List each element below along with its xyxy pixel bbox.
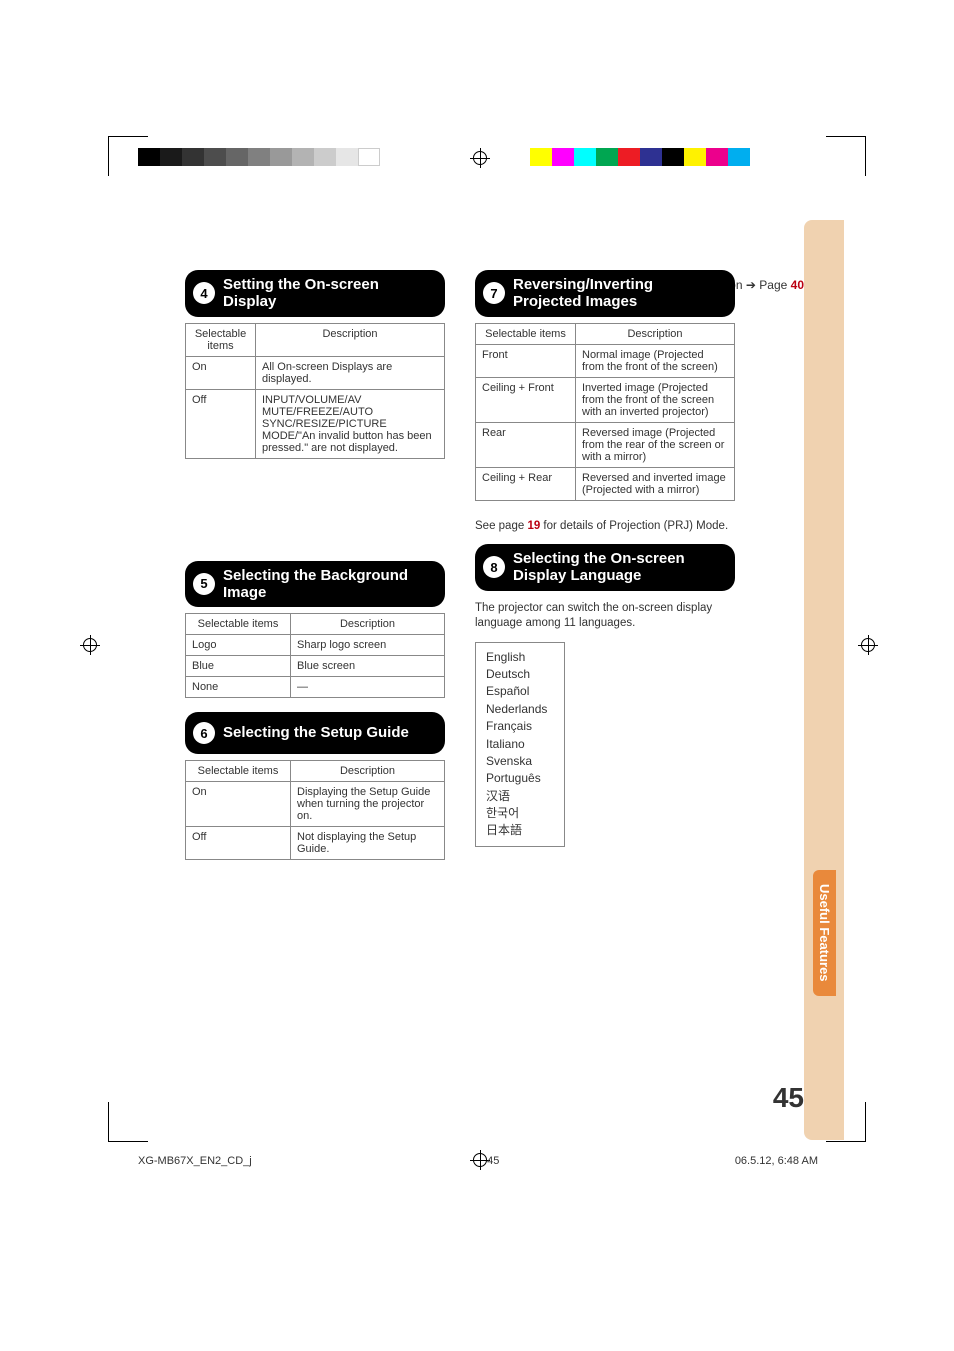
table-row: RearReversed image (Projected from the r…	[476, 422, 735, 467]
section-6-header: 6 Selecting the Setup Guide	[185, 712, 445, 754]
section-title: Setting the On-screen Display	[223, 276, 435, 311]
section-number-badge: 4	[193, 282, 215, 304]
section-8-intro: The projector can switch the on-screen d…	[475, 601, 735, 632]
page-ref-link: 19	[527, 520, 540, 532]
footer-doc-id: XG-MB67X_EN2_CD_j	[138, 1155, 252, 1167]
side-tab-label: Useful Features	[813, 870, 836, 996]
section-title: Selecting the Background Image	[223, 567, 435, 602]
table-row: OnAll On-screen Displays are displayed.	[186, 356, 445, 389]
table-header: Selectable items	[186, 323, 256, 356]
language-list-box: English Deutsch Español Nederlands Franç…	[475, 642, 565, 847]
registration-mark-icon	[470, 148, 490, 168]
crop-mark	[108, 1102, 148, 1142]
page-number: 45	[773, 1082, 804, 1114]
color-swatch-bar	[530, 148, 750, 166]
section-6-table: Selectable items Description OnDisplayin…	[185, 760, 445, 860]
footer-timestamp: 06.5.12, 6:48 AM	[735, 1155, 818, 1167]
language-item: 汉语	[486, 788, 554, 805]
language-item: Português	[486, 770, 554, 787]
print-footer: XG-MB67X_EN2_CD_j 45 06.5.12, 6:48 AM	[138, 1155, 818, 1167]
table-row: BlueBlue screen	[186, 656, 445, 677]
language-item: 日本語	[486, 822, 554, 839]
section-7-header: 7 Reversing/Inverting Projected Images	[475, 270, 735, 317]
language-item: Svenska	[486, 753, 554, 770]
table-row: FrontNormal image (Projected from the fr…	[476, 344, 735, 377]
table-header: Description	[291, 614, 445, 635]
language-item: English	[486, 649, 554, 666]
language-item: Français	[486, 718, 554, 735]
section-7-note: See page 19 for details of Projection (P…	[475, 519, 735, 535]
table-row: Ceiling + RearReversed and inverted imag…	[476, 467, 735, 500]
language-item: Deutsch	[486, 666, 554, 683]
section-4-table: Selectable items Description OnAll On-sc…	[185, 323, 445, 459]
section-5-header: 5 Selecting the Background Image	[185, 561, 445, 608]
language-item: Español	[486, 683, 554, 700]
section-title: Selecting the Setup Guide	[223, 724, 409, 741]
language-item: 한국어	[486, 805, 554, 822]
section-8-header: 8 Selecting the On-screen Display Langua…	[475, 544, 735, 591]
table-header: Description	[256, 323, 445, 356]
section-4-header: 4 Setting the On-screen Display	[185, 270, 445, 317]
section-number-badge: 8	[483, 556, 505, 578]
table-header: Description	[291, 761, 445, 782]
section-title: Reversing/Inverting Projected Images	[513, 276, 725, 311]
left-column: 4 Setting the On-screen Display Selectab…	[185, 270, 445, 874]
registration-mark-icon	[80, 635, 100, 655]
table-row: LogoSharp logo screen	[186, 635, 445, 656]
section-5-table: Selectable items Description LogoSharp l…	[185, 613, 445, 698]
table-header: Selectable items	[476, 323, 576, 344]
section-number-badge: 5	[193, 573, 215, 595]
menu-op-page-number: 40	[791, 278, 804, 292]
table-row: Ceiling + FrontInverted image (Projected…	[476, 377, 735, 422]
section-number-badge: 7	[483, 282, 505, 304]
section-title: Selecting the On-screen Display Language	[513, 550, 725, 585]
section-7-table: Selectable items Description FrontNormal…	[475, 323, 735, 501]
footer-page: 45	[487, 1155, 499, 1167]
greyscale-swatch-bar	[138, 148, 380, 166]
right-column: 7 Reversing/Inverting Projected Images S…	[475, 270, 735, 874]
table-row: OffNot displaying the Setup Guide.	[186, 827, 445, 860]
registration-mark-icon	[858, 635, 878, 655]
language-item: Nederlands	[486, 701, 554, 718]
language-item: Italiano	[486, 736, 554, 753]
table-header: Selectable items	[186, 614, 291, 635]
side-tab-background	[804, 220, 844, 1140]
section-number-badge: 6	[193, 722, 215, 744]
table-row: OnDisplaying the Setup Guide when turnin…	[186, 782, 445, 827]
table-row: OffINPUT/VOLUME/AV MUTE/FREEZE/AUTO SYNC…	[186, 389, 445, 458]
table-header: Selectable items	[186, 761, 291, 782]
crop-mark	[826, 136, 866, 176]
table-row: None—	[186, 677, 445, 698]
table-header: Description	[576, 323, 735, 344]
